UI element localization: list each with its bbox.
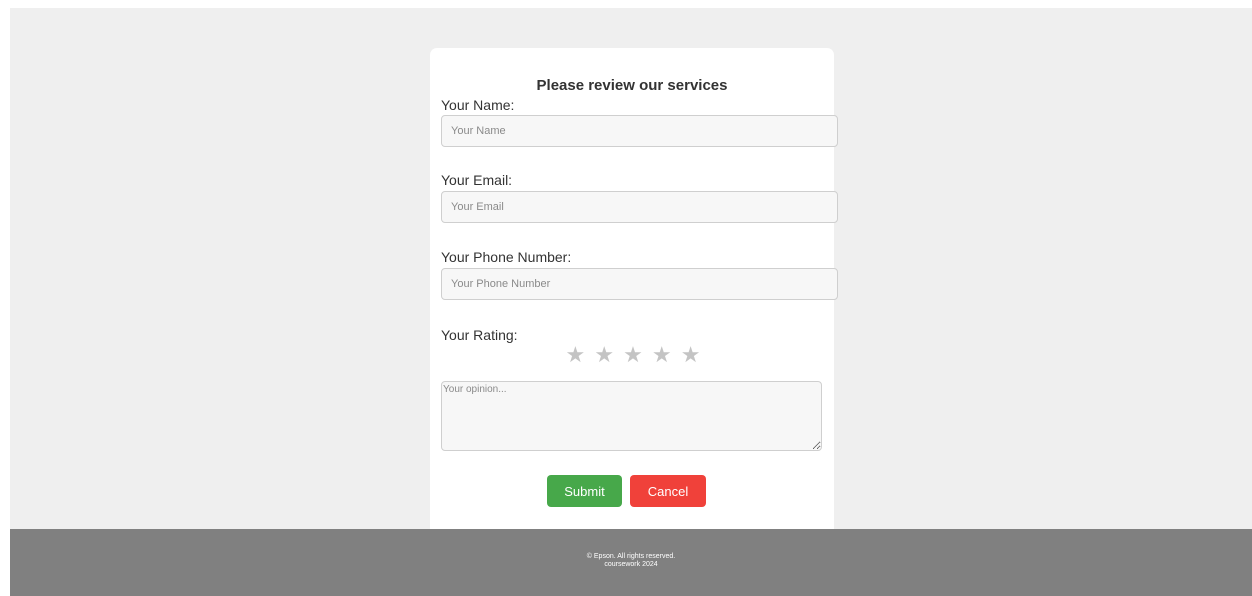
star-icon[interactable]: ★ xyxy=(563,344,588,366)
star-icon[interactable]: ★ xyxy=(649,344,674,366)
star-rating: ★ ★ ★ ★ ★ xyxy=(563,344,703,366)
review-form-card: Please review our services Your Name: Yo… xyxy=(430,48,838,548)
form-title: Please review our services xyxy=(536,77,728,94)
phone-input[interactable] xyxy=(441,268,838,300)
name-label: Your Name: xyxy=(441,97,515,113)
footer-text: © Epson. All rights reserved. coursework… xyxy=(10,553,1252,569)
cancel-button[interactable]: Cancel xyxy=(630,475,706,507)
footer-copyright: © Epson. All rights reserved. xyxy=(586,553,676,560)
page-background: Please review our services Your Name: Yo… xyxy=(10,8,1252,596)
email-label: Your Email: xyxy=(441,172,513,188)
star-icon[interactable]: ★ xyxy=(592,344,617,366)
star-icon[interactable]: ★ xyxy=(678,344,703,366)
email-input[interactable] xyxy=(441,191,838,223)
star-icon[interactable]: ★ xyxy=(621,344,646,366)
opinion-textarea[interactable] xyxy=(441,381,822,451)
footer-coursework: coursework 2024 xyxy=(604,561,658,568)
rating-label: Your Rating: xyxy=(441,327,518,343)
submit-button[interactable]: Submit xyxy=(547,475,622,507)
footer: © Epson. All rights reserved. coursework… xyxy=(10,529,1252,596)
phone-label: Your Phone Number: xyxy=(441,249,572,265)
name-input[interactable] xyxy=(441,115,838,147)
